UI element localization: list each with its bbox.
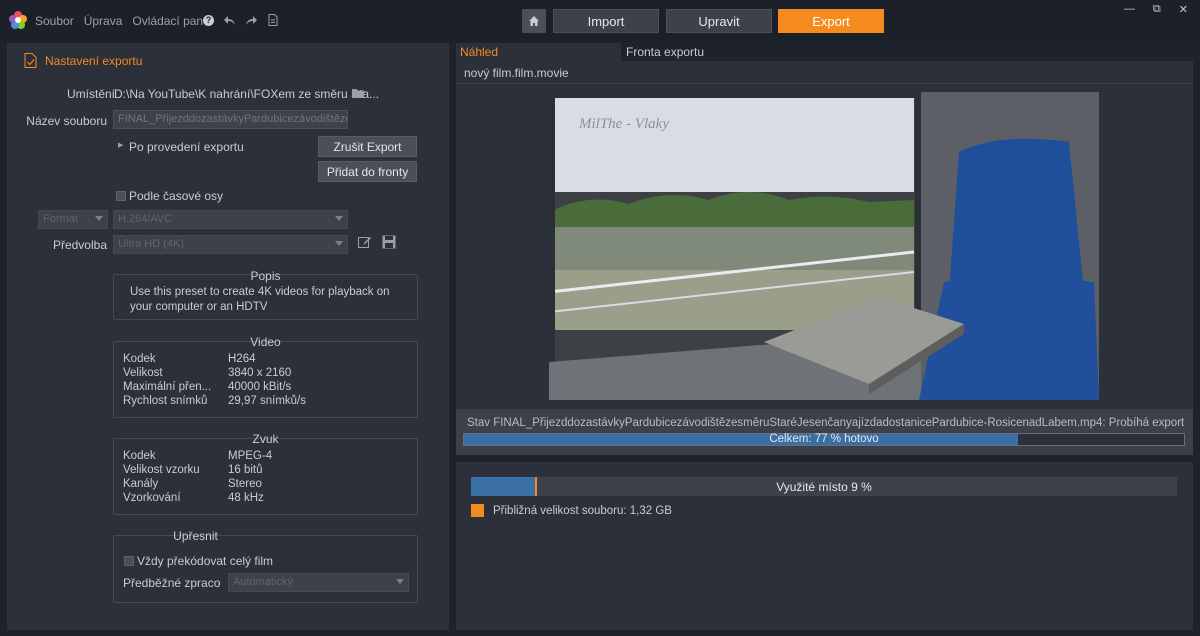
home-button[interactable] <box>522 9 546 33</box>
toolbar-icons: ? <box>203 13 280 27</box>
format-value: H.264/AVC <box>118 213 173 225</box>
redo-icon[interactable] <box>244 13 258 27</box>
status-bar: Stav FINAL_PřijezddozastávkyPardubicezáv… <box>456 409 1193 455</box>
close-icon[interactable]: ✕ <box>1179 3 1188 16</box>
preset-value: Ultra HD (4K) <box>118 238 185 250</box>
export-settings-title: Nastavení exportu <box>45 53 143 68</box>
menu-control-panel[interactable]: Ovládací panel <box>132 14 212 28</box>
document-icon[interactable] <box>266 13 280 27</box>
save-preset-icon[interactable] <box>382 235 396 249</box>
add-to-queue-button[interactable]: Přidat do fronty <box>318 161 417 182</box>
format-label: Formát <box>43 213 78 225</box>
preset-select[interactable]: Ultra HD (4K) <box>113 235 348 254</box>
home-icon <box>529 16 539 26</box>
chevron-down-icon <box>335 216 343 221</box>
always-transcode-label: Vždy překódovat celý film <box>137 554 274 568</box>
folder-icon[interactable] <box>352 88 364 98</box>
video-preview-frame: MilThe - Vlaky <box>549 92 1099 400</box>
disk-usage-bar: Využité místo 9 % <box>471 477 1177 496</box>
status-text: Stav FINAL_PřijezddozastávkyPardubicezáv… <box>467 417 1187 429</box>
audio-box: Zvuk Kodek MPEG-4 Velikost vzorku 16 bit… <box>113 432 418 515</box>
tab-preview[interactable]: Náhled <box>460 45 498 59</box>
video-codec-value: H264 <box>228 353 256 365</box>
location-label: Umístění <box>66 87 115 101</box>
video-size-value: 3840 x 2160 <box>228 367 292 379</box>
file-size-legend-text: Přibližná velikost souboru: 1,32 GB <box>493 505 672 517</box>
after-export-label[interactable]: Po provedení exportu <box>129 140 244 154</box>
export-settings-header: Nastavení exportu <box>24 53 142 68</box>
preview-file-title: nový film.film.movie <box>464 66 569 80</box>
minimize-icon[interactable]: — <box>1124 3 1135 16</box>
filename-input[interactable]: FINAL_PřijezddozastávkyPardubicezávodišt… <box>113 110 348 129</box>
edit-preset-icon[interactable] <box>358 235 372 249</box>
preview-panel: Náhled Fronta exportu nový film.film.mov… <box>456 43 1193 455</box>
audio-sample-rate-value: 48 kHz <box>228 492 264 504</box>
export-settings-panel: Nastavení exportu Umístění D:\Na YouTube… <box>7 43 449 630</box>
help-icon[interactable]: ? <box>203 14 214 26</box>
chevron-down-icon <box>95 216 103 221</box>
audio-sample-rate-label: Vzorkování <box>123 492 181 504</box>
title-bar: Soubor Úprava Ovládací panel ? Import Up… <box>0 0 1200 42</box>
format-label-select: Formát <box>38 210 108 229</box>
location-value: D:\Na YouTube\K nahrání\FOXem ze směru S… <box>114 87 380 101</box>
preset-label: Předvolba <box>52 238 107 252</box>
filename-label: Název souboru <box>26 114 107 128</box>
window-controls: — ⧉ ✕ <box>1124 3 1188 16</box>
expand-arrow-icon[interactable]: ▶ <box>118 141 123 149</box>
audio-sample-size-value: 16 bitů <box>228 464 263 476</box>
chevron-down-icon <box>396 579 404 584</box>
audio-codec-label: Kodek <box>123 450 156 462</box>
import-button[interactable]: Import <box>553 9 659 33</box>
prerender-select[interactable]: Automatický <box>228 573 409 592</box>
description-box: Popis Use this preset to create 4K video… <box>113 269 418 320</box>
video-box: Video Kodek H264 Velikost 3840 x 2160 Ma… <box>113 335 418 418</box>
refine-box: Upřesnit Vždy překódovat celý film Předb… <box>113 529 418 603</box>
audio-title: Zvuk <box>252 432 279 446</box>
disk-usage-text: Využité místo 9 % <box>776 480 872 494</box>
video-framerate-value: 29,97 snímků/s <box>228 395 306 407</box>
prerender-label: Předběžné zpraco <box>123 576 221 590</box>
chevron-down-icon <box>335 241 343 246</box>
description-text: Use this preset to create 4K videos for … <box>130 286 390 313</box>
export-settings-icon <box>24 53 37 68</box>
tab-export-queue[interactable]: Fronta exportu <box>626 45 704 59</box>
video-size-label: Velikost <box>123 367 163 379</box>
disk-usage-panel: Využité místo 9 % Přibližná velikost sou… <box>456 462 1193 630</box>
cancel-export-button[interactable]: Zrušit Export <box>318 136 417 157</box>
edit-button[interactable]: Upravit <box>666 9 772 33</box>
menu-file[interactable]: Soubor <box>35 14 74 28</box>
export-button[interactable]: Export <box>778 9 884 33</box>
refine-title: Upřesnit <box>173 529 218 543</box>
always-transcode-checkbox[interactable] <box>124 556 134 566</box>
main-menu: Soubor Úprava Ovládací panel <box>35 14 212 28</box>
restore-icon[interactable]: ⧉ <box>1153 3 1161 16</box>
video-codec-label: Kodek <box>123 353 156 365</box>
audio-sample-size-label: Velikost vzorku <box>123 464 200 476</box>
audio-codec-value: MPEG-4 <box>228 450 273 462</box>
timeline-checkbox-label: Podle časové osy <box>129 189 224 203</box>
export-progress-text: Celkem: 77 % hotovo <box>769 433 879 445</box>
prerender-value: Automatický <box>233 576 293 588</box>
app-logo-icon <box>9 11 27 29</box>
audio-channels-value: Stereo <box>228 478 262 490</box>
format-select[interactable]: H.264/AVC <box>113 210 348 229</box>
video-framerate-label: Rychlost snímků <box>123 395 208 407</box>
description-title: Popis <box>250 269 281 283</box>
export-progress-bar: Celkem: 77 % hotovo <box>463 433 1185 446</box>
video-bitrate-value: 40000 kBit/s <box>228 381 292 393</box>
watermark-text: MilThe - Vlaky <box>578 116 669 132</box>
audio-channels-label: Kanály <box>123 478 159 490</box>
timeline-checkbox[interactable] <box>116 191 126 201</box>
divider <box>456 83 1193 84</box>
undo-icon[interactable] <box>222 13 236 27</box>
menu-edit[interactable]: Úprava <box>84 14 123 28</box>
video-bitrate-label: Maximální přen... <box>123 381 212 393</box>
video-title: Video <box>250 335 281 349</box>
file-size-legend-swatch <box>471 504 484 517</box>
tab-strip <box>621 43 1193 61</box>
